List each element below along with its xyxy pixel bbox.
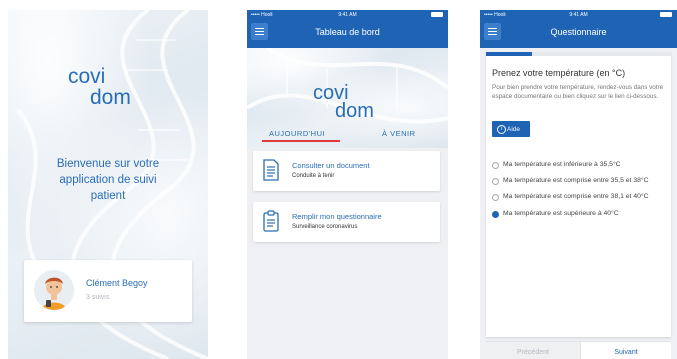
card-subtitle: Conduite à tenir — [292, 173, 335, 179]
radio-label: Ma température est inférieure à 35,5°C — [503, 161, 621, 168]
progress-fill — [486, 52, 533, 56]
card-subtitle: Surveillance coronavirus — [292, 224, 358, 230]
radio-button[interactable] — [492, 194, 499, 201]
covidom-logo: covi dom — [313, 83, 374, 122]
card-consult-document[interactable]: Consulter un document Conduite à tenir — [253, 151, 440, 191]
app-bar: ••••• Hooli 9:41 AM Questionnaire — [480, 10, 677, 48]
question-card: Prenez votre température (en °C) Pour bi… — [486, 52, 671, 337]
radio-button[interactable] — [492, 178, 499, 185]
radio-label: Ma température est comprise entre 38,1 e… — [503, 193, 649, 200]
battery-icon — [660, 12, 672, 17]
status-time: 9:41 AM — [569, 12, 588, 18]
patient-name: Clément Begoy — [86, 278, 148, 288]
patient-followups: 3 suivis — [86, 294, 110, 301]
progress-bar — [486, 52, 671, 56]
clipboard-icon — [263, 210, 279, 237]
logo-text-dom: dom — [335, 100, 374, 122]
radio-label: Ma température est comprise entre 35,5 e… — [503, 177, 649, 184]
logo-text-covi: covi — [68, 65, 106, 88]
tab-today[interactable]: AUJOURD'HUI — [269, 129, 325, 138]
page-title: Questionnaire — [550, 27, 607, 37]
question-description: Pour bien prendre votre température, ren… — [492, 84, 664, 100]
welcome-screen: covi dom Bienvenue sur votre application… — [8, 10, 208, 359]
status-time: 9:41 AM — [338, 12, 357, 18]
dashboard-screen: ••••• Hooli 9:41 AM Tableau de bord covi — [247, 10, 448, 359]
radio-button[interactable] — [492, 162, 499, 169]
card-title: Remplir mon questionnaire — [292, 212, 382, 221]
previous-button[interactable]: Précédent — [486, 342, 580, 359]
radio-button[interactable] — [492, 211, 499, 218]
help-label: Aide — [507, 125, 521, 133]
next-button[interactable]: Suivant — [580, 342, 671, 359]
page-title: Tableau de bord — [315, 27, 380, 37]
patient-card[interactable]: Clément Begoy 3 suivis — [24, 260, 192, 322]
welcome-text: Bienvenue sur votre application de suivi… — [56, 158, 160, 202]
status-bar: ••••• Hooli 9:41 AM — [247, 10, 448, 20]
radio-label: Ma température est supérieure à 40°C — [503, 210, 619, 217]
question-title: Prenez votre température (en °C) — [492, 68, 626, 78]
logo-text-dom: dom — [90, 86, 131, 109]
patient-avatar — [34, 270, 74, 310]
tab-bar: AUJOURD'HUI À VENIR — [247, 125, 448, 147]
tab-upcoming[interactable]: À VENIR — [382, 129, 416, 138]
document-icon — [263, 159, 279, 186]
info-icon: i — [497, 125, 506, 134]
questionnaire-screen: ••••• Hooli 9:41 AM Questionnaire Prenez… — [480, 10, 677, 359]
card-title: Consulter un document — [292, 161, 370, 170]
nav-footer: Précédent Suivant — [486, 341, 671, 359]
help-button[interactable]: i Aide — [492, 121, 530, 137]
covidom-logo: covi dom — [68, 66, 131, 108]
active-tab-indicator — [262, 140, 340, 142]
card-fill-questionnaire[interactable]: Remplir mon questionnaire Surveillance c… — [253, 202, 440, 242]
battery-icon — [431, 12, 443, 17]
app-bar: ••••• Hooli 9:41 AM Tableau de bord — [247, 10, 448, 48]
status-bar: ••••• Hooli 9:41 AM — [480, 10, 677, 20]
